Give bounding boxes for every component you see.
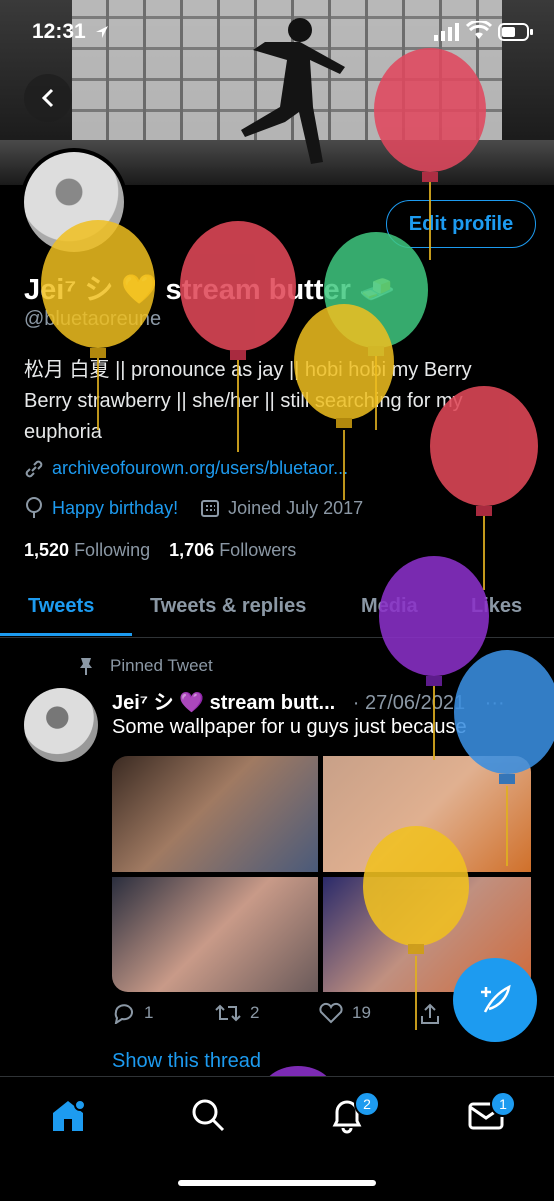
tab-likes[interactable]: Likes (471, 595, 522, 618)
following-count: 1,520 (24, 540, 70, 560)
tab-media[interactable]: Media (361, 595, 418, 618)
media-image[interactable] (323, 756, 531, 872)
like-count: 19 (352, 1003, 371, 1022)
signal-icon (434, 23, 459, 41)
heart-icon (319, 1002, 343, 1024)
pin-icon (80, 658, 92, 675)
show-thread-link[interactable]: Show this thread (112, 1050, 261, 1073)
profile-link-row: archiveofourown.org/users/bluetaor... (24, 458, 348, 479)
chevron-left-icon (41, 88, 54, 108)
messages-badge: 1 (490, 1091, 516, 1117)
following-label: Following (74, 540, 151, 560)
tweet-date: · 27/06/2021 (352, 692, 466, 714)
location-arrow-icon (96, 26, 108, 38)
follow-counts: 1,520 Following 1,706 Followers (24, 540, 296, 561)
compose-tweet-button[interactable] (453, 958, 537, 1042)
followers-label: Followers (219, 540, 297, 560)
search-icon[interactable] (188, 1095, 228, 1135)
tweet-actions: 1 2 19 (112, 1002, 442, 1032)
tweet-more-button[interactable]: ··· (485, 692, 505, 714)
profile-tabs: Tweets Tweets & replies Media Likes (0, 585, 554, 638)
profile-link[interactable]: archiveofourown.org/users/bluetaor... (52, 458, 348, 479)
balloon-icon (26, 497, 42, 518)
share-button[interactable] (418, 1002, 442, 1026)
reply-icon (114, 1004, 133, 1024)
edit-profile-button[interactable]: Edit profile (386, 200, 536, 248)
joined-date: Joined July 2017 (228, 497, 364, 518)
tab-tweets-replies[interactable]: Tweets & replies (150, 595, 306, 618)
profile-bio: 松月 白夏 || pronounce as jay || hobi hobi m… (24, 355, 534, 448)
retweet-count: 2 (250, 1003, 260, 1022)
avatar-image (24, 152, 124, 252)
tweet-text: Some wallpaper for u guys just because (112, 716, 467, 738)
status-bar: 12:31 (0, 0, 554, 64)
media-image[interactable] (112, 877, 318, 992)
active-tab-indicator (0, 633, 132, 636)
home-indicator (178, 1180, 376, 1186)
tweet-avatar[interactable] (24, 688, 98, 762)
profile-meta-row: Happy birthday! Joined July 2017 (24, 497, 363, 519)
following-link[interactable]: 1,520 Following (24, 540, 150, 560)
battery-icon (498, 23, 533, 41)
followers-count: 1,706 (169, 540, 215, 560)
like-button[interactable]: 19 (318, 1002, 371, 1024)
media-image[interactable] (112, 756, 318, 872)
reply-count: 1 (144, 1003, 154, 1022)
back-button[interactable] (24, 74, 72, 122)
profile-handle: @bluetaoreune (24, 308, 162, 330)
compose-feather-icon (481, 984, 511, 1013)
tweet-author[interactable]: Jei⁷ シ 💜 stream butt... (112, 692, 335, 714)
calendar-icon (201, 500, 220, 517)
status-time: 12:31 (32, 20, 86, 43)
reply-button[interactable]: 1 (112, 1002, 153, 1024)
home-icon[interactable] (48, 1095, 88, 1135)
tweet-header: Jei⁷ シ 💜 stream butt... · 27/06/2021 ··· (112, 686, 505, 715)
retweet-icon (215, 1004, 241, 1022)
profile-name: Jei⁷ シ 💛 stream butter 🧈 (24, 274, 396, 306)
pinned-label: Pinned Tweet (110, 656, 213, 675)
link-icon (25, 460, 43, 477)
bio-line: euphoria (24, 421, 102, 443)
pinned-indicator: Pinned Tweet (76, 656, 213, 676)
wifi-icon (466, 21, 492, 39)
followers-link[interactable]: 1,706 Followers (169, 540, 296, 560)
tweet-media-grid[interactable] (112, 756, 531, 992)
share-icon (421, 1003, 439, 1024)
notifications-badge: 2 (354, 1091, 380, 1117)
bio-line: Berry strawberry || she/her || still sea… (24, 390, 463, 412)
bio-line: 松月 白夏 || pronounce as jay || hobi hobi m… (24, 359, 472, 381)
profile-avatar[interactable] (20, 148, 128, 256)
tab-tweets[interactable]: Tweets (28, 595, 94, 618)
birthday-link[interactable]: Happy birthday! (52, 498, 178, 519)
retweet-button[interactable]: 2 (214, 1002, 259, 1024)
